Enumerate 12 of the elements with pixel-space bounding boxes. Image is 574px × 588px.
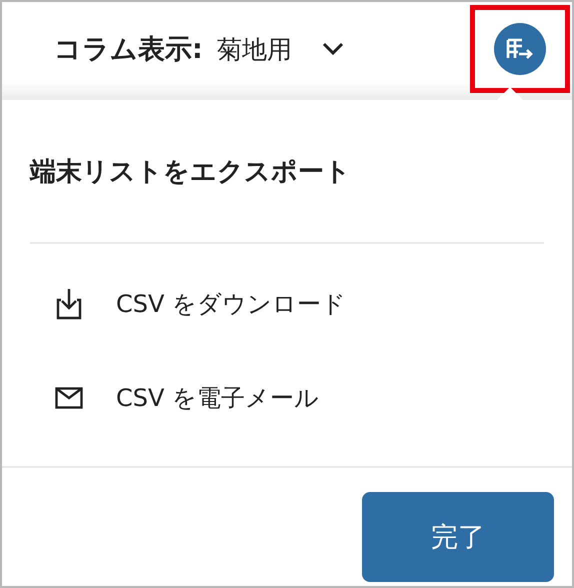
menu-title: 端末リストをエクスポート [28,156,352,189]
export-button[interactable] [494,23,546,75]
table-arrow-icon [506,37,534,61]
column-view-dropdown[interactable]: 菊地用 [216,32,344,66]
done-button[interactable]: 完了 [362,492,554,582]
menu-item[interactable]: CSV をダウンロード [52,288,346,320]
menu-item[interactable]: CSV を電子メール [52,382,320,414]
popover-pointer [496,87,524,101]
download-icon [55,288,83,320]
chevron-down-icon [322,42,344,56]
column-view-label: コラム表示: [54,33,203,67]
envelope-icon [55,387,83,409]
